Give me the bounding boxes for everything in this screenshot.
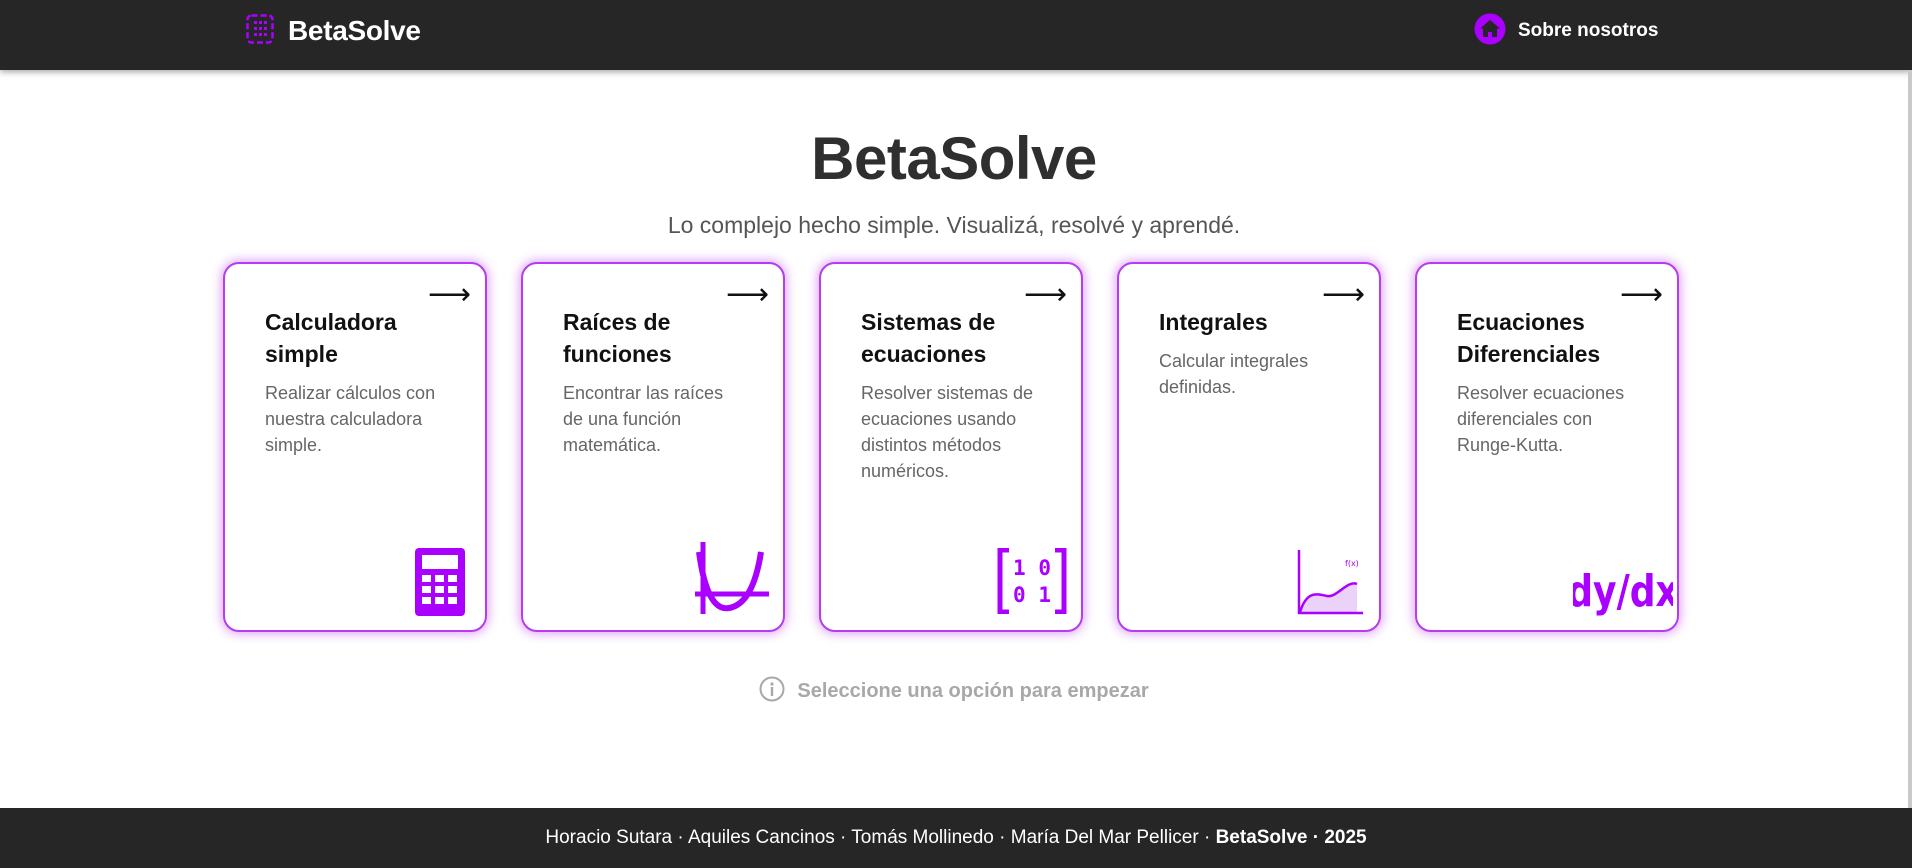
- home-icon: [1474, 13, 1506, 50]
- start-hint: Seleccione una opción para empezar: [0, 676, 1908, 707]
- card-description: Calcular integrales definidas.: [1159, 351, 1309, 397]
- card-description: Resolver sistemas de ecuaciones usando d…: [861, 383, 1034, 481]
- card-calculadora-simple[interactable]: ⟶ Calculadora simple Realizar cálculos c…: [223, 262, 487, 632]
- footer-authors: Horacio Sutara · Aquiles Cancinos · Tomá…: [545, 827, 1216, 848]
- card-title: Raíces de funciones: [563, 309, 672, 367]
- brand-name: BetaSolve: [288, 15, 421, 46]
- card-description: Encontrar las raíces de una función mate…: [563, 383, 724, 455]
- derivative-icon: dy/dx: [1567, 552, 1679, 629]
- top-navbar: BetaSolve Sobre nosotros: [0, 0, 1912, 70]
- parabola-icon: [695, 542, 769, 619]
- page-title: BetaSolve: [811, 125, 1097, 192]
- hint-text: Seleccione una opción para empezar: [797, 680, 1149, 702]
- brand-link[interactable]: BetaSolve: [246, 13, 421, 49]
- calculator-icon: [415, 548, 465, 621]
- card-title: Sistemas de ecuaciones: [861, 309, 996, 367]
- calculator-grid-icon: [246, 13, 274, 49]
- card-sistemas-de-ecuaciones[interactable]: ⟶ Sistemas de ecuaciones Resolver sistem…: [819, 262, 1083, 632]
- footer: Horacio Sutara · Aquiles Cancinos · Tomá…: [0, 808, 1912, 868]
- card-title: Ecuaciones Diferenciales: [1457, 309, 1601, 367]
- area-under-curve-icon: f(x): [1297, 550, 1363, 621]
- footer-brand-year: BetaSolve · 2025: [1215, 827, 1367, 848]
- dydx-label: dy/dx: [1573, 567, 1673, 617]
- card-title: Calculadora simple: [265, 309, 397, 367]
- fx-label: f(x): [1345, 559, 1359, 568]
- page-scrollbar[interactable]: [1908, 70, 1912, 808]
- about-us-link[interactable]: Sobre nosotros: [1474, 13, 1659, 50]
- matrix-row-1: 1 0: [1013, 556, 1051, 580]
- card-description: Resolver ecuaciones diferenciales con Ru…: [1457, 383, 1625, 455]
- card-description: Realizar cálculos con nuestra calculador…: [265, 383, 436, 455]
- card-ecuaciones-diferenciales[interactable]: ⟶ Ecuaciones Diferenciales Resolver ecua…: [1415, 262, 1679, 632]
- matrix-row-2: 0 1: [1013, 583, 1051, 607]
- card-raices-de-funciones[interactable]: ⟶ Raíces de funciones Encontrar las raíc…: [521, 262, 785, 632]
- matrix-icon: 1 0 0 1: [997, 547, 1067, 619]
- info-icon: [759, 676, 785, 707]
- card-title: Integrales: [1159, 309, 1268, 335]
- card-integrales[interactable]: ⟶ Integrales Calcular integrales definid…: [1117, 262, 1381, 632]
- page-subtitle: Lo complejo hecho simple. Visualizá, res…: [667, 212, 1241, 238]
- about-us-label: Sobre nosotros: [1518, 20, 1659, 41]
